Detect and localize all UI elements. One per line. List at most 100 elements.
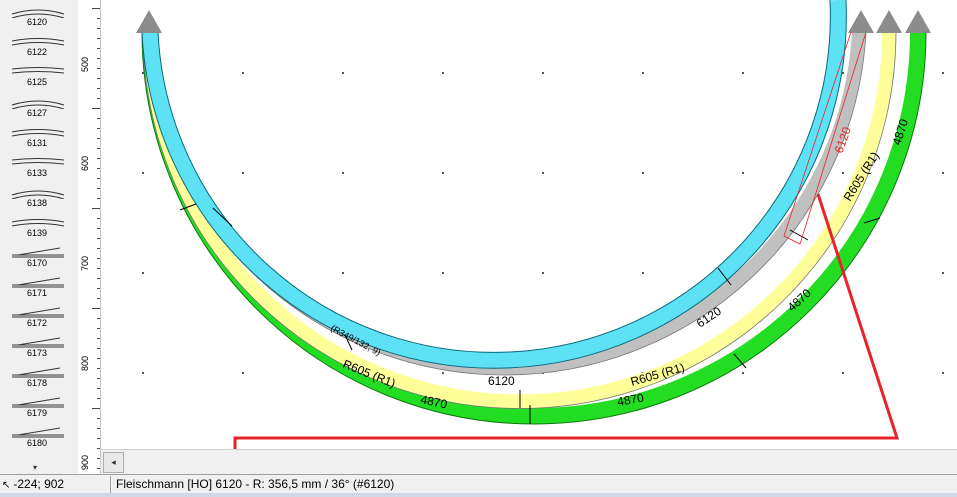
grid-dot bbox=[942, 72, 944, 74]
palette-item-label: 6171 bbox=[26, 288, 48, 298]
grid-dot bbox=[442, 372, 444, 374]
scroll-left-button[interactable]: ◂ bbox=[103, 452, 124, 473]
ruler-tick bbox=[97, 438, 100, 439]
coords-text: -224; 902 bbox=[13, 477, 65, 491]
palette-scroll-down-icon[interactable]: ▾ bbox=[33, 463, 37, 472]
palette-item-label: 6127 bbox=[26, 108, 48, 118]
ruler-tick bbox=[97, 268, 100, 269]
track-end-arrows bbox=[136, 10, 931, 33]
track-piece-icon bbox=[11, 100, 65, 109]
ruler-tick bbox=[97, 28, 100, 29]
ruler-tick bbox=[97, 178, 100, 179]
palette-item-label: 6120 bbox=[26, 17, 48, 27]
grid-dot bbox=[542, 172, 544, 174]
ruler-tick bbox=[97, 98, 100, 99]
ruler-tick bbox=[92, 8, 100, 9]
ruler-tick bbox=[97, 58, 100, 59]
track-piece-icon bbox=[11, 38, 65, 46]
ruler-tick bbox=[97, 288, 100, 289]
grid-dot bbox=[542, 272, 544, 274]
grid-dot bbox=[442, 72, 444, 74]
ruler-tick bbox=[97, 158, 100, 159]
palette-item-label: 6178 bbox=[26, 378, 48, 388]
vertical-ruler: 500 600 700 800 900 bbox=[78, 0, 101, 474]
track-piece-icon bbox=[11, 129, 65, 137]
palette-item-label: 6138 bbox=[26, 198, 48, 208]
palette-item-label: 6131 bbox=[26, 138, 48, 148]
ruler-tick bbox=[97, 88, 100, 89]
ruler-tick bbox=[97, 188, 100, 189]
ruler-tick bbox=[97, 358, 100, 359]
grid-dot bbox=[342, 172, 344, 174]
ruler-tick bbox=[97, 418, 100, 419]
grid-dot bbox=[142, 372, 144, 374]
status-bar: ↖ -224; 902 Fleischmann [HO] 6120 - R: 35… bbox=[0, 474, 957, 494]
grid-dot bbox=[242, 72, 244, 74]
gray-track-label-bottom: 6120 bbox=[488, 374, 515, 388]
annotation-arrow bbox=[224, 193, 900, 469]
ruler-tick bbox=[97, 348, 100, 349]
palette-item-label: 6139 bbox=[26, 228, 48, 238]
grid-dot bbox=[442, 272, 444, 274]
ruler-tick bbox=[92, 208, 100, 209]
selection-info: Fleischmann [HO] 6120 - R: 356,5 mm / 36… bbox=[116, 477, 395, 491]
layout-canvas[interactable]: (R349/132, 9) 6120 6120 6120 R605 (R1) R… bbox=[101, 0, 957, 474]
grid-dot bbox=[242, 172, 244, 174]
ruler-tick bbox=[97, 428, 100, 429]
palette-item-label: 6125 bbox=[26, 77, 48, 87]
track-piece-icon bbox=[11, 158, 65, 165]
ruler-tick bbox=[97, 78, 100, 79]
ruler-tick bbox=[97, 48, 100, 49]
ruler-tick bbox=[97, 38, 100, 39]
grid-dot bbox=[942, 272, 944, 274]
palette-item-label: 6122 bbox=[26, 47, 48, 57]
ruler-label: 900 bbox=[80, 454, 90, 470]
taskbar-strip bbox=[0, 493, 957, 497]
track-palette: 6120 6122 6125 6127 6131 6133 6138 6139 6170 6171… bbox=[0, 0, 79, 474]
track-piece-icon bbox=[11, 219, 65, 227]
track-piece-icon bbox=[12, 307, 64, 318]
ruler-label: 500 bbox=[80, 56, 90, 72]
ruler-tick bbox=[97, 368, 100, 369]
grid-dot bbox=[842, 172, 844, 174]
grid-dot bbox=[742, 372, 744, 374]
ruler-tick bbox=[97, 138, 100, 139]
ruler-label: 600 bbox=[80, 155, 90, 171]
ruler-tick bbox=[97, 258, 100, 259]
palette-item-label: 6179 bbox=[26, 408, 48, 418]
track-piece-icon bbox=[12, 397, 64, 408]
grid-dot bbox=[442, 172, 444, 174]
grid-dot bbox=[142, 272, 144, 274]
ruler-tick bbox=[97, 148, 100, 149]
grid-dot bbox=[742, 172, 744, 174]
track-piece-icon bbox=[12, 247, 64, 258]
ruler-tick bbox=[97, 198, 100, 199]
ruler-tick bbox=[97, 228, 100, 229]
palette-item-label: 6173 bbox=[26, 348, 48, 358]
ruler-tick bbox=[97, 378, 100, 379]
ruler-tick bbox=[97, 168, 100, 169]
track-piece-icon bbox=[11, 67, 65, 74]
palette-item-label: 6133 bbox=[26, 168, 48, 178]
ruler-tick bbox=[97, 458, 100, 459]
ruler-label: 800 bbox=[80, 355, 90, 371]
ruler-tick bbox=[97, 398, 100, 399]
ruler-tick bbox=[92, 308, 100, 309]
track-piece-icon bbox=[12, 367, 64, 378]
ruler-tick bbox=[97, 218, 100, 219]
horizontal-scrollbar[interactable]: ◂ bbox=[101, 449, 957, 475]
grid-dot bbox=[342, 272, 344, 274]
ruler-tick bbox=[92, 408, 100, 409]
track-piece-icon bbox=[11, 9, 65, 18]
grid-dot bbox=[242, 372, 244, 374]
cyan-track-arc[interactable] bbox=[142, 0, 847, 369]
status-separator bbox=[110, 476, 111, 493]
ruler-tick bbox=[97, 318, 100, 319]
grid-dot bbox=[942, 372, 944, 374]
track-piece-icon bbox=[11, 190, 65, 199]
ruler-tick bbox=[97, 128, 100, 129]
palette-item-label: 6172 bbox=[26, 318, 48, 328]
track-piece-icon bbox=[12, 427, 64, 438]
track-piece-icon bbox=[12, 277, 64, 288]
ruler-label: 700 bbox=[80, 255, 90, 271]
